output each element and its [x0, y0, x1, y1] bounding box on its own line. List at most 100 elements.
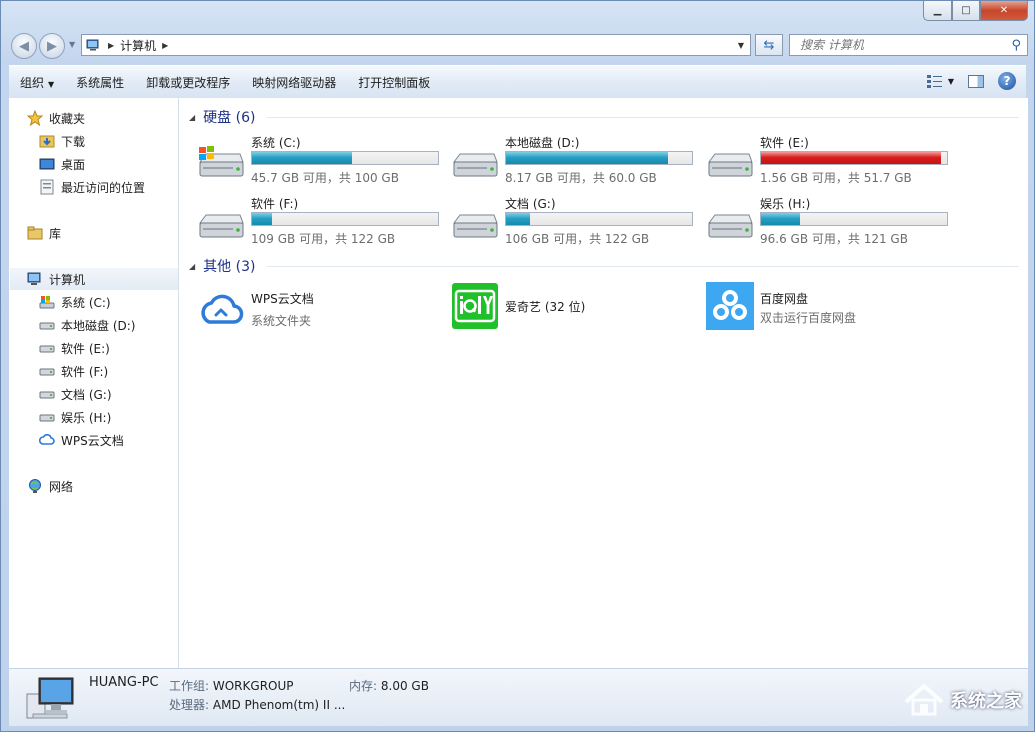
hard-drive-icon: [39, 363, 55, 379]
sidebar-item-drive-d[interactable]: 本地磁盘 (D:): [39, 314, 135, 336]
windows-drive-icon: [39, 294, 55, 310]
wps-cloud-icon: [201, 294, 244, 324]
workgroup-value: WORKGROUP: [212, 679, 294, 693]
drive-free-space: 45.7 GB 可用，共 100 GB: [251, 171, 399, 185]
other-item-wps-cloud[interactable]: WPS云文档 系统文件夹: [197, 286, 447, 336]
content-pane: ◢ 硬盘 (6) 系统 (C:) 45.7 GB 可用，共 100 GB 本地磁盘 …: [179, 98, 1028, 668]
close-button[interactable]: ✕: [980, 1, 1028, 21]
sidebar-item-label: 库: [49, 226, 62, 241]
chevron-down-icon: ▼: [48, 79, 55, 89]
drive-usage-bar: [251, 212, 439, 226]
search-box[interactable]: ⚲: [789, 34, 1028, 56]
hard-drive-icon: [199, 214, 244, 238]
command-bar: 组织 ▼ 系统属性 卸载或更改程序 映射网络驱动器 打开控制面板 ▼ ?: [9, 65, 1026, 99]
maximize-button[interactable]: □: [952, 1, 980, 21]
drive-free-space: 96.6 GB 可用，共 121 GB: [760, 232, 908, 246]
collapse-triangle-icon[interactable]: ◢: [189, 113, 195, 122]
sidebar-item-label: 计算机: [49, 272, 86, 287]
explorer-window: ▁ □ ✕ ◀ ▶ ▼ ▶ 计算机 ▶ ▼ ⇆ ⚲ 组织▼ 系统属性 卸载或更改…: [0, 0, 1035, 732]
processor-value: AMD Phenom(tm) II ...: [212, 698, 346, 712]
watermark-text: 系统之家: [950, 691, 1022, 712]
group-title: 硬盘 (6): [203, 110, 256, 126]
hard-drive-icon: [453, 153, 498, 177]
organize-label: 组织: [20, 75, 45, 90]
drive-tile[interactable]: 软件 (E:) 1.56 GB 可用，共 51.7 GB: [706, 134, 956, 190]
search-input[interactable]: [798, 37, 1002, 53]
other-item-name: 百度网盘: [760, 292, 809, 306]
back-arrow-icon: ◀: [19, 38, 29, 54]
memory-value: 8.00 GB: [380, 679, 429, 693]
breadcrumb-computer[interactable]: 计算机: [120, 37, 156, 54]
other-item-baidu-netdisk[interactable]: 百度网盘 双击运行百度网盘: [706, 282, 956, 332]
drive-tile[interactable]: 文档 (G:) 106 GB 可用，共 122 GB: [451, 195, 701, 251]
change-view-button[interactable]: ▼: [926, 74, 954, 88]
sidebar-item-drive-c[interactable]: 系统 (C:): [39, 291, 111, 313]
sidebar-item-downloads[interactable]: 下载: [39, 130, 85, 152]
drive-free-space: 106 GB 可用，共 122 GB: [505, 232, 650, 246]
drive-name: 文档 (G:): [505, 197, 556, 211]
help-icon[interactable]: ?: [998, 72, 1016, 90]
sidebar-item-recent-places[interactable]: 最近访问的位置: [39, 176, 145, 198]
hard-drive-icon: [39, 409, 55, 425]
sidebar-item-label: 娱乐 (H:): [61, 410, 112, 425]
address-bar[interactable]: ▶ 计算机 ▶ ▼: [81, 34, 751, 56]
sidebar-item-computer[interactable]: 计算机: [10, 268, 178, 290]
sidebar-item-favorites[interactable]: 收藏夹: [27, 107, 85, 129]
drive-free-space: 1.56 GB 可用，共 51.7 GB: [760, 171, 912, 185]
uninstall-programs-button[interactable]: 卸载或更改程序: [135, 74, 241, 91]
details-pane: HUANG-PC 工作组: WORKGROUP 内存: 8.00 GB 处理器:…: [9, 668, 1028, 726]
sidebar-item-drive-g[interactable]: 文档 (G:): [39, 383, 112, 405]
sidebar-item-wps-cloud[interactable]: WPS云文档: [39, 429, 124, 451]
drive-usage-fill: [252, 213, 273, 225]
drive-name: 本地磁盘 (D:): [505, 136, 580, 150]
drive-name: 软件 (E:): [760, 136, 809, 150]
recent-pages-dropdown-icon[interactable]: ▼: [69, 40, 75, 49]
memory-info: 内存: 8.00 GB: [349, 677, 429, 694]
star-icon: [27, 110, 43, 126]
view-controls: ▼ ?: [926, 72, 1016, 90]
sidebar-item-desktop[interactable]: 桌面: [39, 153, 85, 175]
minimize-button[interactable]: ▁: [923, 1, 952, 21]
search-icon[interactable]: ⚲: [1011, 38, 1021, 53]
sidebar-item-drive-h[interactable]: 娱乐 (H:): [39, 406, 111, 428]
sidebar-item-drive-e[interactable]: 软件 (E:): [39, 337, 110, 359]
sidebar-item-network[interactable]: 网络: [27, 475, 73, 497]
map-network-drive-button[interactable]: 映射网络驱动器: [241, 74, 347, 91]
hard-drive-icon: [453, 214, 498, 238]
drive-name: 娱乐 (H:): [760, 197, 811, 211]
others-group-header[interactable]: ◢ 其他 (3): [189, 256, 1019, 276]
system-properties-button[interactable]: 系统属性: [65, 74, 135, 91]
drive-tile[interactable]: 系统 (C:) 45.7 GB 可用，共 100 GB: [197, 134, 447, 190]
refresh-icon: ⇆: [763, 37, 775, 53]
computer-name: HUANG-PC: [89, 675, 159, 690]
hard-drive-icon: [39, 317, 55, 333]
breadcrumb-separator-icon[interactable]: ▶: [162, 41, 168, 50]
refresh-button[interactable]: ⇆: [755, 34, 783, 56]
drive-tile[interactable]: 本地磁盘 (D:) 8.17 GB 可用，共 60.0 GB: [451, 134, 701, 190]
breadcrumb-separator-icon[interactable]: ▶: [108, 41, 114, 50]
forward-arrow-icon: ▶: [47, 38, 57, 54]
computer-icon: [27, 271, 43, 287]
drive-tile[interactable]: 娱乐 (H:) 96.6 GB 可用，共 121 GB: [706, 195, 956, 251]
collapse-triangle-icon[interactable]: ◢: [189, 262, 195, 271]
open-control-panel-button[interactable]: 打开控制面板: [347, 74, 441, 91]
watermark: 系统之家: [902, 682, 1022, 718]
hard-drive-icon: [708, 153, 753, 177]
back-button[interactable]: ◀: [11, 33, 37, 59]
other-item-iqiyi[interactable]: 爱奇艺 (32 位): [451, 282, 701, 332]
drive-name: 系统 (C:): [251, 136, 301, 150]
wps-cloud-icon: [39, 432, 55, 448]
sidebar-item-label: 软件 (F:): [61, 364, 109, 379]
sidebar-item-label: 最近访问的位置: [61, 180, 146, 195]
desktop-icon: [39, 156, 55, 172]
address-dropdown-icon[interactable]: ▼: [738, 41, 744, 50]
organize-menu[interactable]: 组织 ▼: [9, 74, 65, 91]
hard-disks-group-header[interactable]: ◢ 硬盘 (6): [189, 107, 1019, 127]
sidebar-item-drive-f[interactable]: 软件 (F:): [39, 360, 108, 382]
sidebar-item-libraries[interactable]: 库: [27, 222, 61, 244]
forward-button[interactable]: ▶: [39, 33, 65, 59]
drive-tile[interactable]: 软件 (F:) 109 GB 可用，共 122 GB: [197, 195, 447, 251]
navigation-row: ◀ ▶ ▼ ▶ 计算机 ▶ ▼ ⇆ ⚲: [9, 33, 1028, 59]
navigation-pane: 收藏夹 下载 桌面 最近访问的位置 库 计算机 系统 (C:) 本地磁盘 (D:…: [9, 98, 179, 668]
preview-pane-icon[interactable]: [968, 74, 984, 88]
